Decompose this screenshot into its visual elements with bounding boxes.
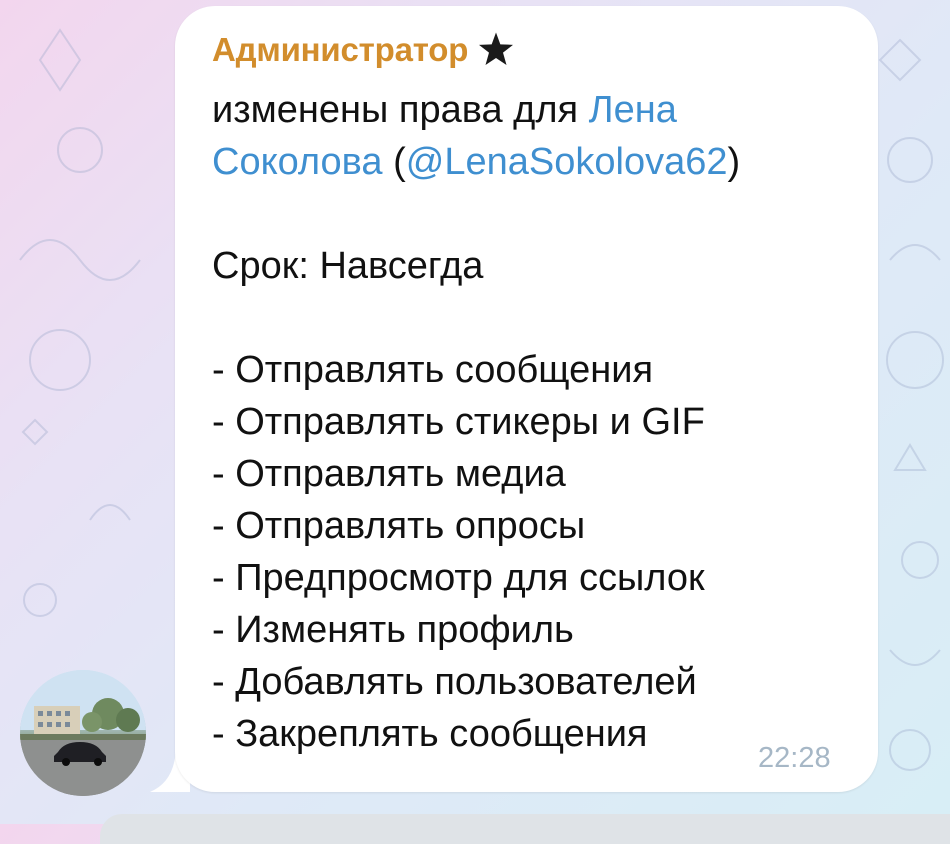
permission-item: - Отправлять опросы bbox=[212, 505, 586, 547]
avatar[interactable] bbox=[20, 670, 146, 796]
target-name-link-part2[interactable]: Соколова bbox=[212, 141, 383, 183]
star-icon bbox=[479, 32, 514, 65]
intro-text: изменены права для bbox=[212, 89, 589, 131]
sender-name[interactable]: Администратор bbox=[212, 28, 468, 72]
username-open-paren: ( bbox=[393, 141, 406, 183]
term-line: Срок: Навсегда bbox=[212, 245, 484, 287]
permission-item: - Добавлять пользователей bbox=[212, 661, 697, 703]
permission-item: - Закреплять сообщения bbox=[212, 713, 648, 755]
permission-item: - Предпросмотр для ссылок bbox=[212, 557, 705, 599]
intro-line: изменены права для Лена bbox=[212, 84, 852, 136]
permission-item: - Отправлять медиа bbox=[212, 453, 566, 495]
message-text: изменены права для Лена Соколова (@LenaS… bbox=[212, 84, 852, 760]
target-line: Соколова (@LenaSokolova62) bbox=[212, 136, 852, 188]
username-close-paren: ) bbox=[727, 141, 741, 183]
permission-item: - Отправлять сообщения bbox=[212, 349, 654, 391]
username-link[interactable]: @LenaSokolova62 bbox=[406, 141, 728, 183]
avatar-photo bbox=[20, 670, 146, 796]
message-header: Администратор bbox=[212, 28, 516, 72]
target-name-link-part1[interactable]: Лена bbox=[589, 89, 677, 131]
permission-item: - Изменять профиль bbox=[212, 609, 574, 651]
message-time: 22:28 bbox=[758, 742, 831, 774]
composer-bar-edge bbox=[100, 814, 950, 844]
permission-item: - Отправлять стикеры и GIF bbox=[212, 401, 705, 443]
